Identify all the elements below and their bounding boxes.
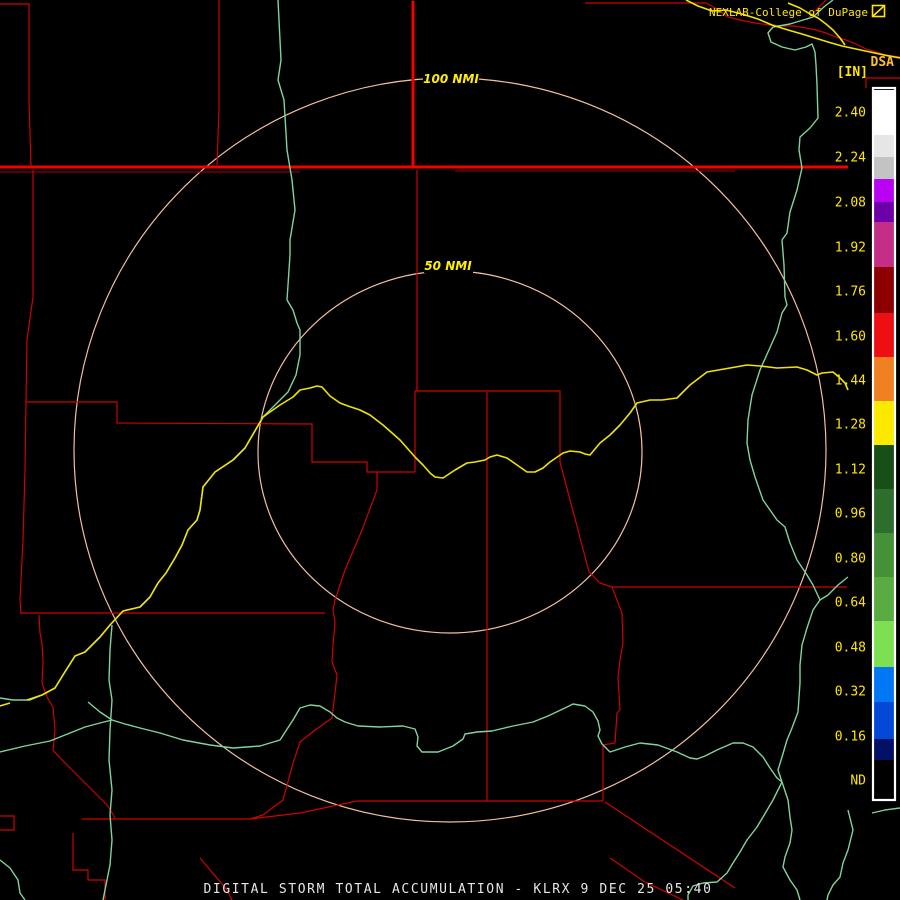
- colorbar-tick-label: 0.16: [835, 730, 866, 745]
- colorbar-segment: [874, 267, 894, 313]
- colorbar-tick-label: 2.40: [835, 106, 866, 121]
- colorbar-tick-label: ND: [850, 774, 866, 789]
- colorbar-segment: [874, 702, 894, 739]
- range-ring-100nmi: [73, 77, 827, 823]
- colorbar-segment: [874, 202, 894, 222]
- colorbar-segment: [874, 667, 894, 702]
- colorbar-segment: [874, 90, 894, 135]
- colorbar-segment: [874, 445, 894, 489]
- colorbar-tick-label: 0.96: [835, 507, 866, 522]
- colorbar-tick-label: 1.92: [835, 241, 866, 256]
- color-scale: 2.40 2.24 2.08 1.92 1.76 1.60 1.44 1.28 1.12 0.96…: [835, 86, 897, 802]
- colorbar-segment: [874, 157, 894, 179]
- rivers: [0, 0, 900, 900]
- colorbar-tick-labels: 2.40 2.24 2.08 1.92 1.76 1.60 1.44 1.28 1.12 0.96…: [835, 106, 866, 789]
- colorbar-tick-label: 1.12: [835, 463, 866, 478]
- range-ring-50nmi: [257, 270, 643, 634]
- colorbar-tick-label: 1.76: [835, 285, 866, 300]
- colorbar-segment: [874, 313, 894, 357]
- colorbar-segment: [874, 533, 894, 577]
- colorbar-tick-label: 2.08: [835, 196, 866, 211]
- product-caption: DIGITAL STORM TOTAL ACCUMULATION - KLRX …: [203, 882, 712, 897]
- cod-flag-icon: [871, 4, 886, 18]
- colorbar-tick-label: 1.28: [835, 418, 866, 433]
- app-title: NEXLAB-College of DuPage: [709, 6, 868, 19]
- colorbar-segment: [874, 222, 894, 267]
- colorbar-segment: [874, 739, 894, 760]
- colorbar-segment: [874, 357, 894, 401]
- range-rings: [73, 70, 827, 823]
- colorbar-tick-label: 0.32: [835, 685, 866, 700]
- colorbar-segment: [874, 760, 894, 799]
- radar-display: 100 NMI 50 NMI NEXLAB-College of DuPage …: [0, 0, 900, 900]
- colorbar-segment: [874, 577, 894, 621]
- units-label: [IN]: [837, 65, 868, 80]
- colorbar-tick-label: 0.48: [835, 641, 866, 656]
- colorbar-segment: [874, 489, 894, 533]
- county-boundaries: [0, 0, 900, 900]
- header: NEXLAB-College of DuPage DSA [IN]: [709, 4, 895, 80]
- colorbar-tick-label: 2.24: [835, 151, 866, 166]
- highways: [0, 0, 900, 707]
- radar-map: 100 NMI 50 NMI NEXLAB-College of DuPage …: [0, 0, 900, 900]
- colorbar-tick-label: 0.80: [835, 552, 866, 567]
- colorbar-segments: [874, 90, 894, 799]
- colorbar-tick-label: 0.64: [835, 596, 866, 611]
- colorbar-tick-label: 1.60: [835, 330, 866, 345]
- colorbar-segment: [874, 179, 894, 202]
- colorbar-segment: [874, 621, 894, 667]
- colorbar-tick-label: 1.44: [835, 374, 866, 389]
- ring-label-100nmi: 100 NMI: [423, 72, 479, 86]
- colorbar-segment: [874, 135, 894, 157]
- colorbar-segment: [874, 401, 894, 445]
- product-code-label: DSA: [871, 55, 895, 70]
- ring-label-50nmi: 50 NMI: [424, 259, 472, 273]
